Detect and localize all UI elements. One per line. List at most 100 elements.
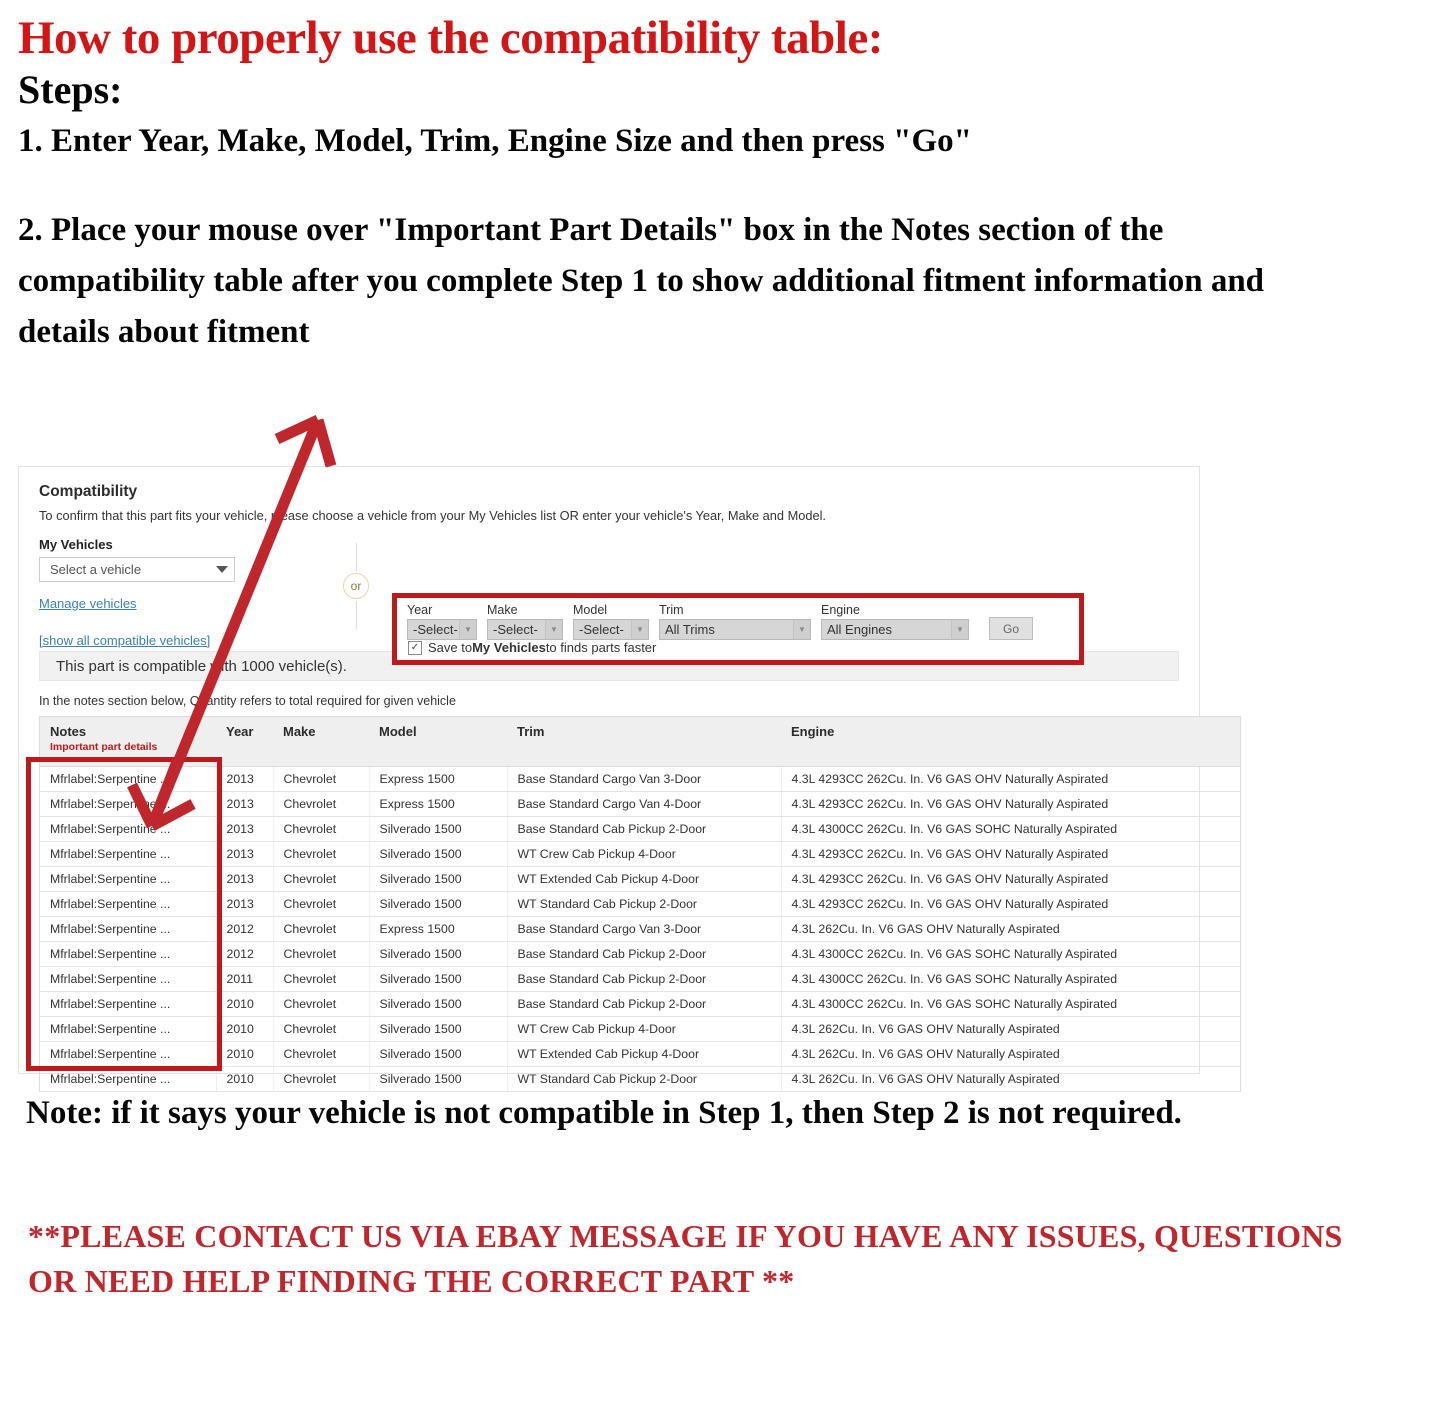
table-header-row: Notes Important part details Year Make M… (39, 716, 1241, 767)
cell-notes[interactable]: Mfrlabel:Serpentine ... (39, 841, 217, 867)
model-selector-group: Model -Select- ▼ (573, 603, 649, 640)
col-header-notes[interactable]: Notes Important part details (39, 716, 216, 767)
engine-select[interactable]: All Engines ▼ (821, 619, 969, 640)
save-to-my-vehicles-row[interactable]: ✓ Save to My Vehicles to finds parts fas… (408, 640, 656, 655)
step-2-text: 2. Place your mouse over "Important Part… (18, 211, 1265, 350)
cell-trim: WT Crew Cab Pickup 4-Door (507, 1016, 782, 1042)
cell-make: Chevrolet (273, 791, 370, 817)
cell-notes[interactable]: Mfrlabel:Serpentine ... (39, 1066, 217, 1092)
table-row[interactable]: Mfrlabel:Serpentine ... 2013 Chevrolet Silv… (39, 866, 1241, 892)
table-row[interactable]: Mfrlabel:Serpentine ... 2013 Chevrolet Silv… (39, 841, 1241, 867)
table-row[interactable]: Mfrlabel:Serpentine ... 2013 Chevrolet Expr… (39, 791, 1241, 817)
cell-trim: WT Extended Cab Pickup 4-Door (507, 866, 782, 892)
cell-notes[interactable]: Mfrlabel:Serpentine ... (39, 916, 217, 942)
cell-notes[interactable]: Mfrlabel:Serpentine ... (39, 766, 217, 792)
make-select[interactable]: -Select- ▼ (487, 619, 563, 640)
cell-year: 2013 (216, 866, 274, 892)
table-row[interactable]: Mfrlabel:Serpentine ... 2010 Chevrolet Silv… (39, 1041, 1241, 1067)
vehicle-select-dropdown[interactable]: Select a vehicle (39, 557, 235, 582)
col-header-notes-label: Notes (50, 724, 87, 739)
col-header-make-label: Make (283, 724, 316, 739)
cell-model: Silverado 1500 (369, 1041, 508, 1067)
cell-year: 2013 (216, 766, 274, 792)
my-vehicles-label: My Vehicles (39, 537, 113, 552)
cell-notes[interactable]: Mfrlabel:Serpentine ... (39, 791, 217, 817)
make-label: Make (487, 603, 518, 617)
cell-year: 2012 (216, 941, 274, 967)
table-row[interactable]: Mfrlabel:Serpentine ... 2012 Chevrolet Silv… (39, 941, 1241, 967)
cell-engine: 4.3L 4293CC 262Cu. In. V6 GAS OHV Natura… (781, 841, 1241, 867)
cell-year: 2013 (216, 816, 274, 842)
cell-trim: WT Extended Cab Pickup 4-Door (507, 1041, 782, 1067)
engine-select-value: All Engines (827, 622, 893, 637)
trim-label: Trim (659, 603, 684, 617)
footer-contact: **PLEASE CONTACT US VIA EBAY MESSAGE IF … (28, 1218, 1343, 1299)
col-header-make[interactable]: Make (273, 716, 369, 767)
make-selector-group: Make -Select- ▼ (487, 603, 563, 640)
trim-select[interactable]: All Trims ▼ (659, 619, 811, 640)
footer-note: Note: if it says your vehicle is not com… (26, 1095, 1182, 1131)
cell-model: Silverado 1500 (369, 866, 508, 892)
model-select[interactable]: -Select- ▼ (573, 619, 649, 640)
cell-engine: 4.3L 262Cu. In. V6 GAS OHV Naturally Asp… (781, 1066, 1241, 1092)
cell-notes[interactable]: Mfrlabel:Serpentine ... (39, 816, 217, 842)
col-header-year[interactable]: Year (216, 716, 273, 767)
cell-model: Express 1500 (369, 791, 508, 817)
arrow-head-up-right (312, 418, 337, 468)
compatibility-table-body: Mfrlabel:Serpentine ... 2013 Chevrolet Expr… (39, 766, 1241, 1092)
cell-engine: 4.3L 262Cu. In. V6 GAS OHV Naturally Asp… (781, 1016, 1241, 1042)
year-select[interactable]: -Select- ▼ (407, 619, 477, 640)
cell-make: Chevrolet (273, 866, 370, 892)
cell-notes[interactable]: Mfrlabel:Serpentine ... (39, 866, 217, 892)
cell-notes[interactable]: Mfrlabel:Serpentine ... (39, 991, 217, 1017)
cell-notes[interactable]: Mfrlabel:Serpentine ... (39, 1016, 217, 1042)
table-row[interactable]: Mfrlabel:Serpentine ... 2013 Chevrolet Silv… (39, 816, 1241, 842)
cell-trim: Base Standard Cab Pickup 2-Door (507, 816, 782, 842)
cell-notes[interactable]: Mfrlabel:Serpentine ... (39, 891, 217, 917)
cell-engine: 4.3L 4300CC 262Cu. In. V6 GAS SOHC Natur… (781, 816, 1241, 842)
cell-engine: 4.3L 4293CC 262Cu. In. V6 GAS OHV Natura… (781, 866, 1241, 892)
engine-label: Engine (821, 603, 860, 617)
table-row[interactable]: Mfrlabel:Serpentine ... 2011 Chevrolet Silv… (39, 966, 1241, 992)
table-row[interactable]: Mfrlabel:Serpentine ... 2010 Chevrolet Silv… (39, 1016, 1241, 1042)
cell-year: 2010 (216, 1016, 274, 1042)
cell-make: Chevrolet (273, 1066, 370, 1092)
cell-year: 2010 (216, 1066, 274, 1092)
cell-engine: 4.3L 4300CC 262Cu. In. V6 GAS SOHC Natur… (781, 941, 1241, 967)
cell-year: 2010 (216, 991, 274, 1017)
step-1-text: 1. Enter Year, Make, Model, Trim, Engine… (18, 123, 972, 160)
table-row[interactable]: Mfrlabel:Serpentine ... 2010 Chevrolet Silv… (39, 991, 1241, 1017)
table-row[interactable]: Mfrlabel:Serpentine ... 2013 Chevrolet Expr… (39, 766, 1241, 792)
vehicle-selector-highlight-box: Year -Select- ▼ Make -Select- ▼ Model -S… (392, 593, 1084, 665)
cell-engine: 4.3L 262Cu. In. V6 GAS OHV Naturally Asp… (781, 916, 1241, 942)
model-label: Model (573, 603, 608, 617)
cell-make: Chevrolet (273, 966, 370, 992)
steps-label: Steps: (18, 67, 123, 113)
trim-selector-group: Trim All Trims ▼ (659, 603, 811, 640)
col-header-engine[interactable]: Engine (781, 716, 1241, 767)
cell-make: Chevrolet (273, 766, 370, 792)
cell-notes[interactable]: Mfrlabel:Serpentine ... (39, 1041, 217, 1067)
table-row[interactable]: Mfrlabel:Serpentine ... 2013 Chevrolet Silv… (39, 891, 1241, 917)
save-vehicle-checkbox[interactable]: ✓ (408, 640, 422, 655)
go-button[interactable]: Go (989, 617, 1033, 640)
cell-model: Silverado 1500 (369, 1016, 508, 1042)
cell-trim: Base Standard Cargo Van 3-Door (507, 916, 782, 942)
col-header-model[interactable]: Model (369, 716, 507, 767)
cell-year: 2010 (216, 1041, 274, 1067)
cell-notes[interactable]: Mfrlabel:Serpentine ... (39, 966, 217, 992)
col-header-trim[interactable]: Trim (507, 716, 781, 767)
cell-model: Silverado 1500 (369, 891, 508, 917)
table-row[interactable]: Mfrlabel:Serpentine ... 2012 Chevrolet Expr… (39, 916, 1241, 942)
col-header-trim-label: Trim (517, 724, 545, 739)
cell-model: Silverado 1500 (369, 841, 508, 867)
cell-engine: 4.3L 4293CC 262Cu. In. V6 GAS OHV Natura… (781, 891, 1241, 917)
cell-trim: WT Standard Cab Pickup 2-Door (507, 1066, 782, 1092)
or-divider: or (336, 543, 376, 629)
col-header-notes-sublabel: Important part details (50, 741, 158, 753)
table-row[interactable]: Mfrlabel:Serpentine ... 2010 Chevrolet Silv… (39, 1066, 1241, 1092)
cell-year: 2013 (216, 891, 274, 917)
cell-notes[interactable]: Mfrlabel:Serpentine ... (39, 941, 217, 967)
cell-trim: Base Standard Cargo Van 3-Door (507, 766, 782, 792)
cell-make: Chevrolet (273, 841, 370, 867)
